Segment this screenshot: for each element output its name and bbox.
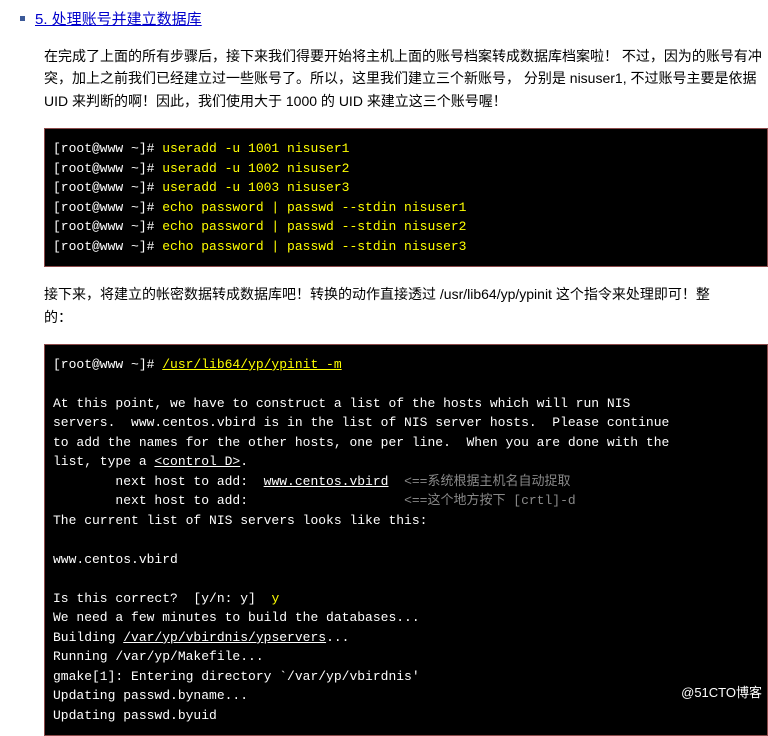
text: 这个指令来处理即可！整 (552, 286, 710, 302)
output-line: gmake[1]: Entering directory `/var/yp/vb… (53, 669, 420, 684)
output-line: We need a few minutes to build the datab… (53, 610, 420, 625)
annotation: <==这个地方按下 [crtl]-d (404, 493, 576, 508)
paragraph-2: 接下来，将建立的帐密数据转成数据库吧！转换的动作直接透过 /usr/lib64/… (44, 283, 768, 328)
output-line: ... (326, 630, 349, 645)
command: echo password | passwd --stdin nisuser2 (162, 219, 466, 234)
command: echo password | passwd --stdin nisuser3 (162, 239, 466, 254)
user-input: y (271, 591, 279, 606)
prompt: [root@www ~]# (53, 141, 162, 156)
path-text: /usr/lib64/yp/ypinit (440, 286, 552, 302)
key-hint: <control D> (154, 454, 240, 469)
command: useradd -u 1001 nisuser1 (162, 141, 349, 156)
prompt: [root@www ~]# (53, 180, 162, 195)
bullet-icon (20, 16, 25, 21)
output-line: next host to add: (53, 474, 264, 489)
output-line: servers. www.centos.vbird is in the list… (53, 415, 669, 430)
content-area: 5. 处理账号并建立数据库 在完成了上面的所有步骤后，接下来我们得要开始将主机上… (0, 8, 768, 736)
code-block-1: [root@www ~]# useradd -u 1001 nisuser1 [… (44, 128, 768, 267)
output-line: . (240, 454, 248, 469)
prompt: [root@www ~]# (53, 161, 162, 176)
output-line: Building (53, 630, 123, 645)
heading-row: 5. 处理账号并建立数据库 (20, 8, 768, 29)
watermark: @51CTO博客 (681, 682, 762, 701)
command: echo password | passwd --stdin nisuser1 (162, 200, 466, 215)
output-line: list, type a (53, 454, 154, 469)
path-link: /var/yp/vbirdnis/ypservers (123, 630, 326, 645)
text: 接下来，将建立的帐密数据转成数据库吧！转换的动作直接透过 (44, 286, 440, 302)
output-line: Updating passwd.byname... (53, 688, 248, 703)
text: 的： (44, 309, 72, 325)
command-link: /usr/lib64/yp/ypinit -m (162, 357, 341, 372)
command: useradd -u 1003 nisuser3 (162, 180, 349, 195)
output-line: The current list of NIS servers looks li… (53, 513, 427, 528)
prompt: [root@www ~]# (53, 200, 162, 215)
code-block-2: [root@www ~]# /usr/lib64/yp/ypinit -m At… (44, 344, 768, 736)
output-line: www.centos.vbird (53, 552, 178, 567)
prompt: [root@www ~]# (53, 239, 162, 254)
prompt: [root@www ~]# (53, 219, 162, 234)
output-line: next host to add: (53, 493, 404, 508)
command: useradd -u 1002 nisuser2 (162, 161, 349, 176)
annotation: <==系统根据主机名自动捉取 (388, 474, 570, 489)
output-line: Running /var/yp/Makefile... (53, 649, 264, 664)
prompt: [root@www ~]# (53, 357, 162, 372)
output-line: to add the names for the other hosts, on… (53, 435, 669, 450)
paragraph-1: 在完成了上面的所有步骤后，接下来我们得要开始将主机上面的账号档案转成数据库档案啦… (44, 45, 768, 112)
section-heading-link[interactable]: 5. 处理账号并建立数据库 (35, 8, 202, 29)
output-line: At this point, we have to construct a li… (53, 396, 630, 411)
output-line: Updating passwd.byuid (53, 708, 217, 723)
output-line: Is this correct? [y/n: y] (53, 591, 271, 606)
hostname: www.centos.vbird (264, 474, 389, 489)
